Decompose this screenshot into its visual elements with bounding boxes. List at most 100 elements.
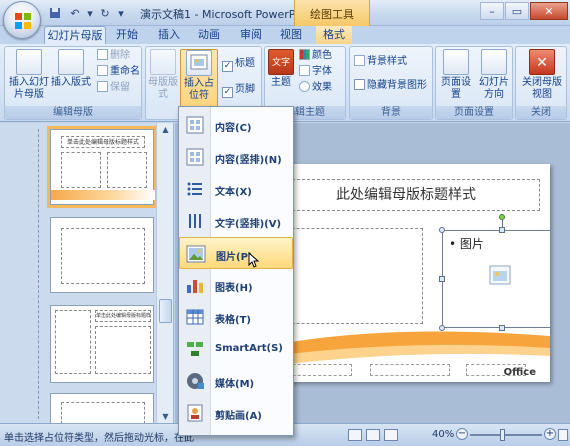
effects-button[interactable]: 效果: [299, 81, 332, 95]
title-checkbox-label: 标题: [235, 58, 255, 69]
menu-item-content-vertical[interactable]: 内容(竖排)(N): [179, 141, 293, 173]
insert-slide-master-label: 插入幻灯片母版: [9, 77, 49, 100]
menu-item-text[interactable]: 文本(X): [179, 173, 293, 205]
background-styles-icon: [354, 55, 365, 66]
undo-icon[interactable]: ↶: [66, 4, 84, 22]
background-styles-button[interactable]: 背景样式: [354, 55, 407, 69]
quick-access-toolbar: ↶ ▾ ↻ ▾: [46, 4, 126, 22]
master-layout-icon: [150, 49, 176, 75]
fonts-button[interactable]: 字体: [299, 65, 332, 79]
footer-checkbox[interactable]: ✓ 页脚: [222, 83, 255, 98]
zoom-slider-knob[interactable]: [500, 429, 505, 441]
zoom-in-icon[interactable]: +: [544, 428, 556, 440]
clip-art-icon: [187, 404, 203, 422]
master-layout-button[interactable]: 母版版式: [148, 49, 178, 101]
title-placeholder[interactable]: 此处编辑母版标题样式: [272, 179, 540, 211]
rename-button[interactable]: 重命名: [97, 65, 140, 79]
scroll-down-icon[interactable]: ▼: [159, 410, 172, 423]
rename-icon: [97, 65, 108, 76]
delete-label: 删除: [110, 50, 130, 61]
minimize-icon[interactable]: –: [480, 2, 504, 20]
picture-placeholder[interactable]: • 图片: [442, 230, 550, 328]
footer-placeholder[interactable]: [370, 364, 450, 376]
media-icon: [187, 373, 204, 389]
slide-thumbnail-2[interactable]: [50, 217, 154, 293]
insert-layout-button[interactable]: 插入版式: [51, 49, 91, 89]
menu-item-picture-label: 图片(P): [216, 252, 253, 263]
office-button[interactable]: [3, 1, 41, 39]
save-icon[interactable]: [46, 4, 64, 22]
maximize-icon[interactable]: ▭: [505, 2, 529, 20]
menu-item-picture[interactable]: 图片(P): [179, 237, 293, 269]
page-setup-icon: [443, 49, 469, 75]
menu-item-content[interactable]: 内容(C): [179, 109, 293, 141]
close-master-view-icon: ✕: [529, 49, 555, 75]
colors-label: 颜色: [312, 50, 332, 61]
slide-thumbnail-4[interactable]: [50, 393, 154, 424]
zoom-out-icon[interactable]: −: [456, 428, 468, 440]
preserve-button[interactable]: 保留: [97, 81, 130, 95]
resize-handle-nw[interactable]: [439, 227, 445, 233]
group-label-edit-master: 编辑母版: [5, 106, 141, 119]
redo-icon[interactable]: ↻: [96, 4, 114, 22]
insert-layout-icon: [58, 49, 84, 75]
tab-review[interactable]: 审阅: [236, 26, 266, 44]
hide-background-checkbox[interactable]: 隐藏背景图形: [354, 79, 427, 93]
tab-slide-master[interactable]: 幻灯片母版: [44, 26, 106, 44]
group-page-setup: 页面设置 幻灯片方向 页面设置: [435, 46, 513, 120]
insert-placeholder-menu: 内容(C) 内容(竖排)(N) 文本(X) 文字(竖排)(V) 图片(P) 图表…: [178, 106, 294, 436]
menu-item-table[interactable]: 表格(T): [179, 301, 293, 333]
tab-view[interactable]: 视图: [276, 26, 306, 44]
slide-thumbnail-1[interactable]: 单击此处编辑母版标题样式: [47, 126, 157, 208]
menu-item-clip-art[interactable]: 剪贴画(A): [179, 397, 293, 429]
scroll-up-icon[interactable]: ▲: [159, 123, 172, 136]
title-checkbox[interactable]: ✓ 标题: [222, 57, 255, 72]
fonts-icon: [299, 65, 310, 76]
normal-view-icon[interactable]: [348, 429, 362, 441]
group-edit-master: 插入幻灯片母版 插入版式 删除 重命名 保留 编辑母版: [4, 46, 142, 120]
tab-animation[interactable]: 动画: [194, 26, 224, 44]
background-styles-label: 背景样式: [367, 56, 407, 67]
zoom-slider-track[interactable]: [470, 434, 542, 436]
insert-slide-master-button[interactable]: 插入幻灯片母版: [9, 49, 49, 101]
tab-insert[interactable]: 插入: [154, 26, 184, 44]
page-setup-button[interactable]: 页面设置: [438, 49, 474, 101]
chevron-down-icon[interactable]: ▾: [86, 4, 94, 22]
scrollbar-thumb[interactable]: [159, 299, 172, 323]
window-title: 演示文稿1 - Microsoft PowerPoi...: [140, 8, 316, 21]
menu-item-text-vertical-label: 文字(竖排)(V): [215, 219, 282, 230]
office-logo-icon: [15, 13, 31, 29]
themes-button[interactable]: 文字 主题: [267, 49, 295, 89]
themes-swatch-text: 文字: [271, 58, 290, 68]
insert-placeholder-button[interactable]: 插入占位符: [180, 49, 218, 109]
zoom-level[interactable]: 40%: [432, 429, 454, 440]
close-master-view-button[interactable]: ✕ 关闭母版视图: [518, 49, 566, 101]
menu-item-text-label: 文本(X): [215, 187, 252, 198]
slide-thumbnail-3[interactable]: 单击此处编辑母版标题样式: [50, 305, 154, 383]
close-icon[interactable]: ✕: [530, 2, 568, 20]
fit-to-window-icon[interactable]: [558, 429, 568, 441]
menu-item-smartart[interactable]: SmartArt(S): [179, 333, 293, 365]
slideshow-view-icon[interactable]: [384, 429, 398, 441]
menu-item-content-vertical-label: 内容(竖排)(N): [215, 155, 282, 166]
delete-button[interactable]: 删除: [97, 49, 130, 63]
tab-home[interactable]: 开始: [112, 26, 142, 44]
content-placeholder[interactable]: [272, 228, 423, 324]
slide-orientation-button[interactable]: 幻灯片方向: [476, 49, 512, 101]
tab-format[interactable]: 格式: [316, 26, 352, 44]
text-icon: [187, 182, 202, 196]
title-check-icon: ✓: [222, 61, 233, 72]
menu-item-media[interactable]: 媒体(M): [179, 365, 293, 397]
resize-handle-w[interactable]: [439, 276, 445, 282]
thumbnail-connector-strip: [0, 129, 44, 419]
insert-slide-master-icon: [16, 49, 42, 75]
menu-item-chart[interactable]: 图表(H): [179, 269, 293, 301]
menu-item-content-label: 内容(C): [215, 123, 252, 134]
hide-background-check-icon: [354, 79, 365, 90]
thumbnails-scrollbar[interactable]: ▲ ▼: [156, 123, 173, 423]
colors-button[interactable]: 颜色: [299, 49, 332, 63]
effects-icon: [299, 81, 310, 92]
customize-qat-icon[interactable]: ▾: [116, 4, 126, 22]
menu-item-text-vertical[interactable]: 文字(竖排)(V): [179, 205, 293, 237]
slide-sorter-view-icon[interactable]: [366, 429, 380, 441]
